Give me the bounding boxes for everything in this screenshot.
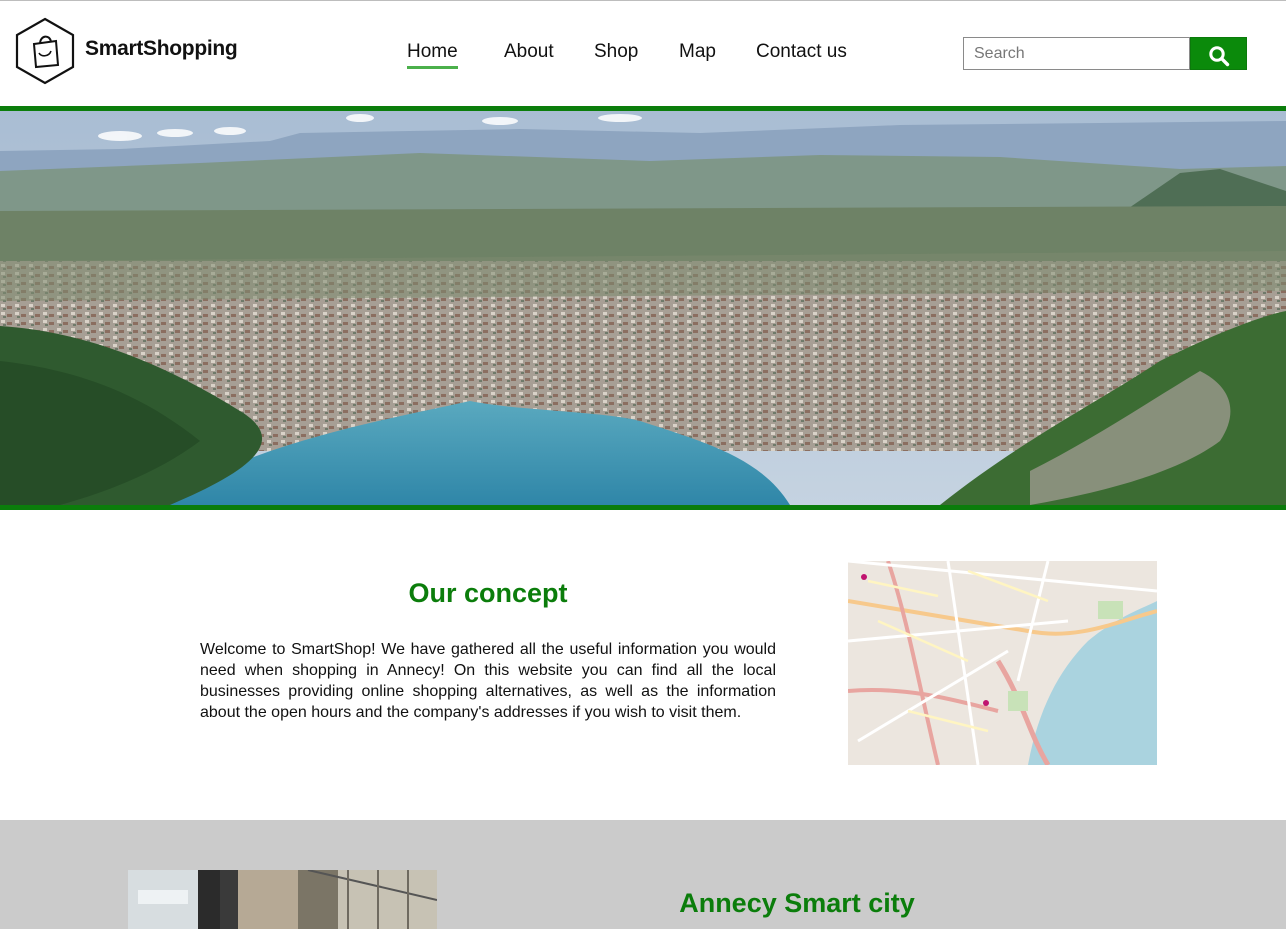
nav-item-about[interactable]: About [504, 41, 554, 63]
shopping-bag-hexagon-icon[interactable] [14, 17, 76, 85]
nav-item-home[interactable]: Home [407, 41, 458, 69]
search-icon [1208, 46, 1229, 67]
map-image[interactable] [848, 561, 1157, 765]
site-header: SmartShopping Home About Shop Map Contac… [0, 1, 1286, 106]
hero-border-bottom [0, 505, 1286, 510]
concept-title: Our concept [408, 578, 568, 608]
brand-name[interactable]: SmartShopping [85, 37, 238, 61]
search-button[interactable] [1190, 37, 1247, 70]
concept-text: Welcome to SmartShop! We have gathered a… [200, 641, 776, 721]
nav-item-shop[interactable]: Shop [594, 41, 638, 63]
search-input[interactable] [963, 37, 1190, 70]
smart-city-title: Annecy Smart city [679, 888, 915, 918]
smart-city-image [128, 870, 437, 929]
hero-image [0, 111, 1286, 505]
search-bar [963, 37, 1247, 70]
nav-item-contact[interactable]: Contact us [756, 41, 847, 63]
nav-item-map[interactable]: Map [679, 41, 716, 63]
